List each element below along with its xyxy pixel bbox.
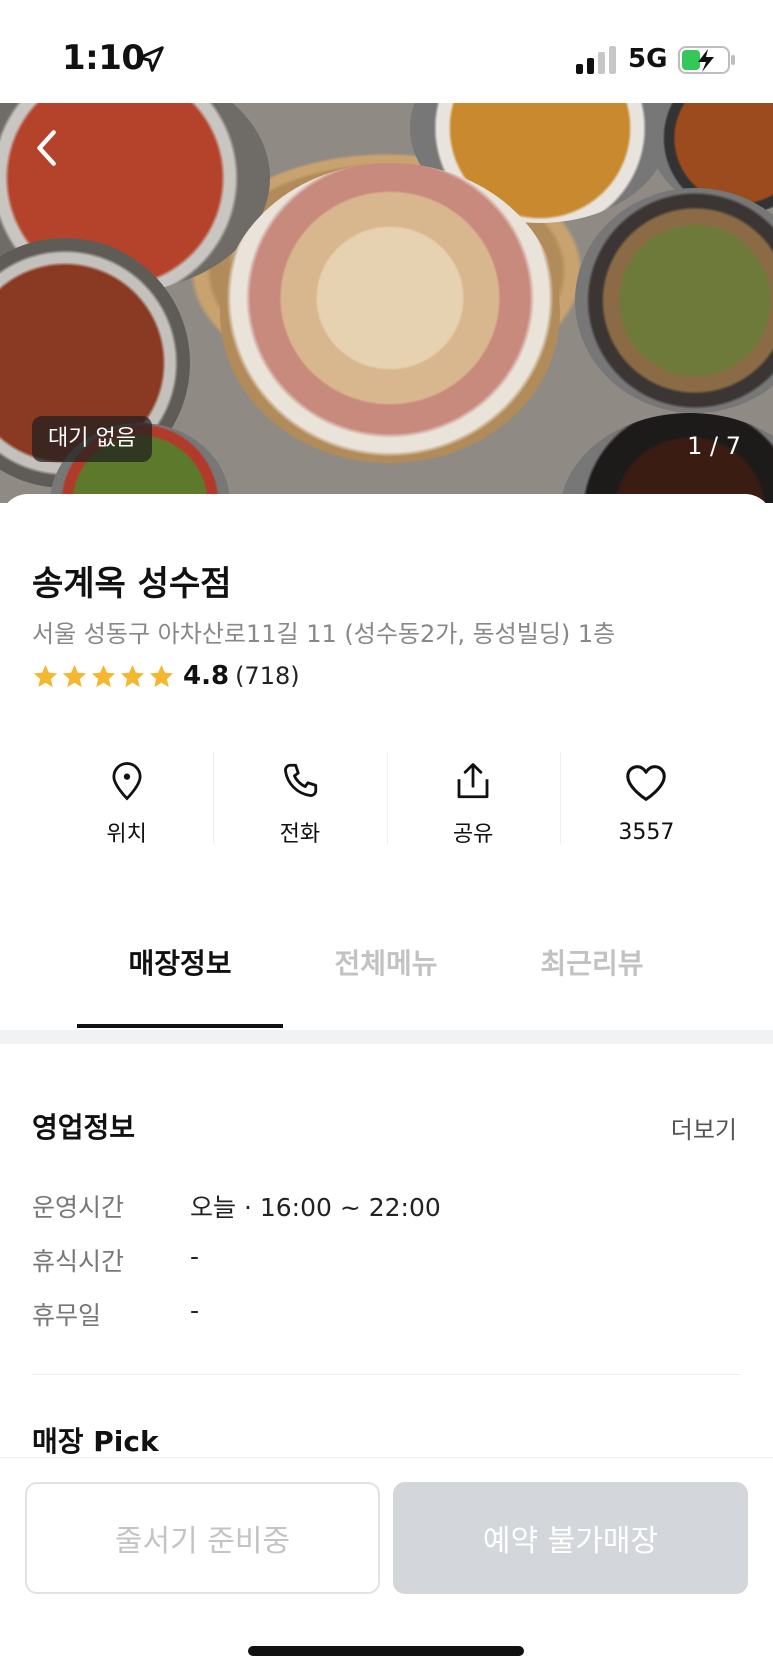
wait-status-badge: 대기 없음 — [32, 416, 152, 462]
store-name: 송계옥 성수점 — [32, 564, 232, 604]
hours-label: 운영시간 — [32, 1193, 125, 1222]
share-icon — [457, 763, 489, 799]
favorite-button[interactable]: 3557 — [559, 748, 733, 848]
star-icon — [149, 664, 174, 687]
battery-charging-icon — [678, 46, 735, 74]
store-pick-title: 매장 Pick — [32, 1425, 159, 1458]
queue-button[interactable]: 줄서기 준비중 — [25, 1482, 380, 1594]
store-address: 서울 성동구 아차산로11길 11 (성수동2가, 동성빌딩) 1층 — [32, 620, 616, 648]
share-button[interactable]: 공유 — [386, 748, 560, 848]
home-indicator[interactable] — [248, 1646, 524, 1656]
rating-score: 4.8 — [183, 661, 230, 691]
tab-bar: 매장정보 전체메뉴 최근리뷰 — [0, 920, 773, 1030]
heart-icon — [626, 765, 667, 801]
location-arrow-icon — [138, 46, 164, 72]
location-button[interactable]: 위치 — [40, 748, 213, 848]
location-pin-icon — [112, 762, 142, 801]
star-icon — [120, 664, 145, 687]
food-plate-image — [575, 188, 773, 413]
call-label: 전화 — [279, 822, 321, 847]
review-count: (718) — [235, 662, 300, 690]
favorite-count: 3557 — [618, 820, 675, 845]
hours-value: 오늘 · 16:00 ~ 22:00 — [190, 1193, 441, 1222]
photo-counter: 1 / 7 — [687, 432, 741, 460]
status-bar: 1:10 5G — [0, 0, 773, 103]
break-time-label: 휴식시간 — [32, 1247, 125, 1276]
closed-days-value: - — [190, 1296, 200, 1325]
signal-icon — [576, 46, 616, 74]
share-label: 공유 — [452, 822, 494, 847]
closed-days-label: 휴무일 — [32, 1301, 102, 1330]
break-time-value: - — [190, 1242, 200, 1271]
star-icon — [62, 664, 87, 687]
main-dish-image — [220, 163, 560, 463]
tab-store-info[interactable]: 매장정보 — [77, 942, 283, 982]
chevron-left-icon[interactable] — [30, 128, 66, 168]
network-type: 5G — [628, 44, 668, 74]
tab-recent-reviews[interactable]: 최근리뷰 — [489, 942, 695, 982]
reserve-button[interactable]: 예약 불가매장 — [393, 1482, 748, 1594]
section-divider — [0, 1030, 773, 1044]
tab-full-menu[interactable]: 전체메뉴 — [283, 942, 489, 982]
location-label: 위치 — [106, 822, 147, 847]
divider — [32, 1374, 741, 1375]
food-plate-image — [560, 413, 773, 503]
status-time: 1:10 — [62, 38, 145, 78]
more-link[interactable]: 더보기 — [671, 1110, 737, 1145]
rating-row[interactable]: 4.8 (718) — [32, 660, 300, 692]
phone-icon — [283, 763, 318, 797]
call-button[interactable]: 전화 — [213, 748, 386, 848]
active-tab-indicator — [77, 1024, 283, 1028]
star-icon — [33, 664, 58, 687]
star-icon — [91, 664, 116, 687]
business-info-title: 영업정보 — [32, 1111, 136, 1144]
action-bar: 위치 전화 공유 3557 — [40, 748, 733, 848]
